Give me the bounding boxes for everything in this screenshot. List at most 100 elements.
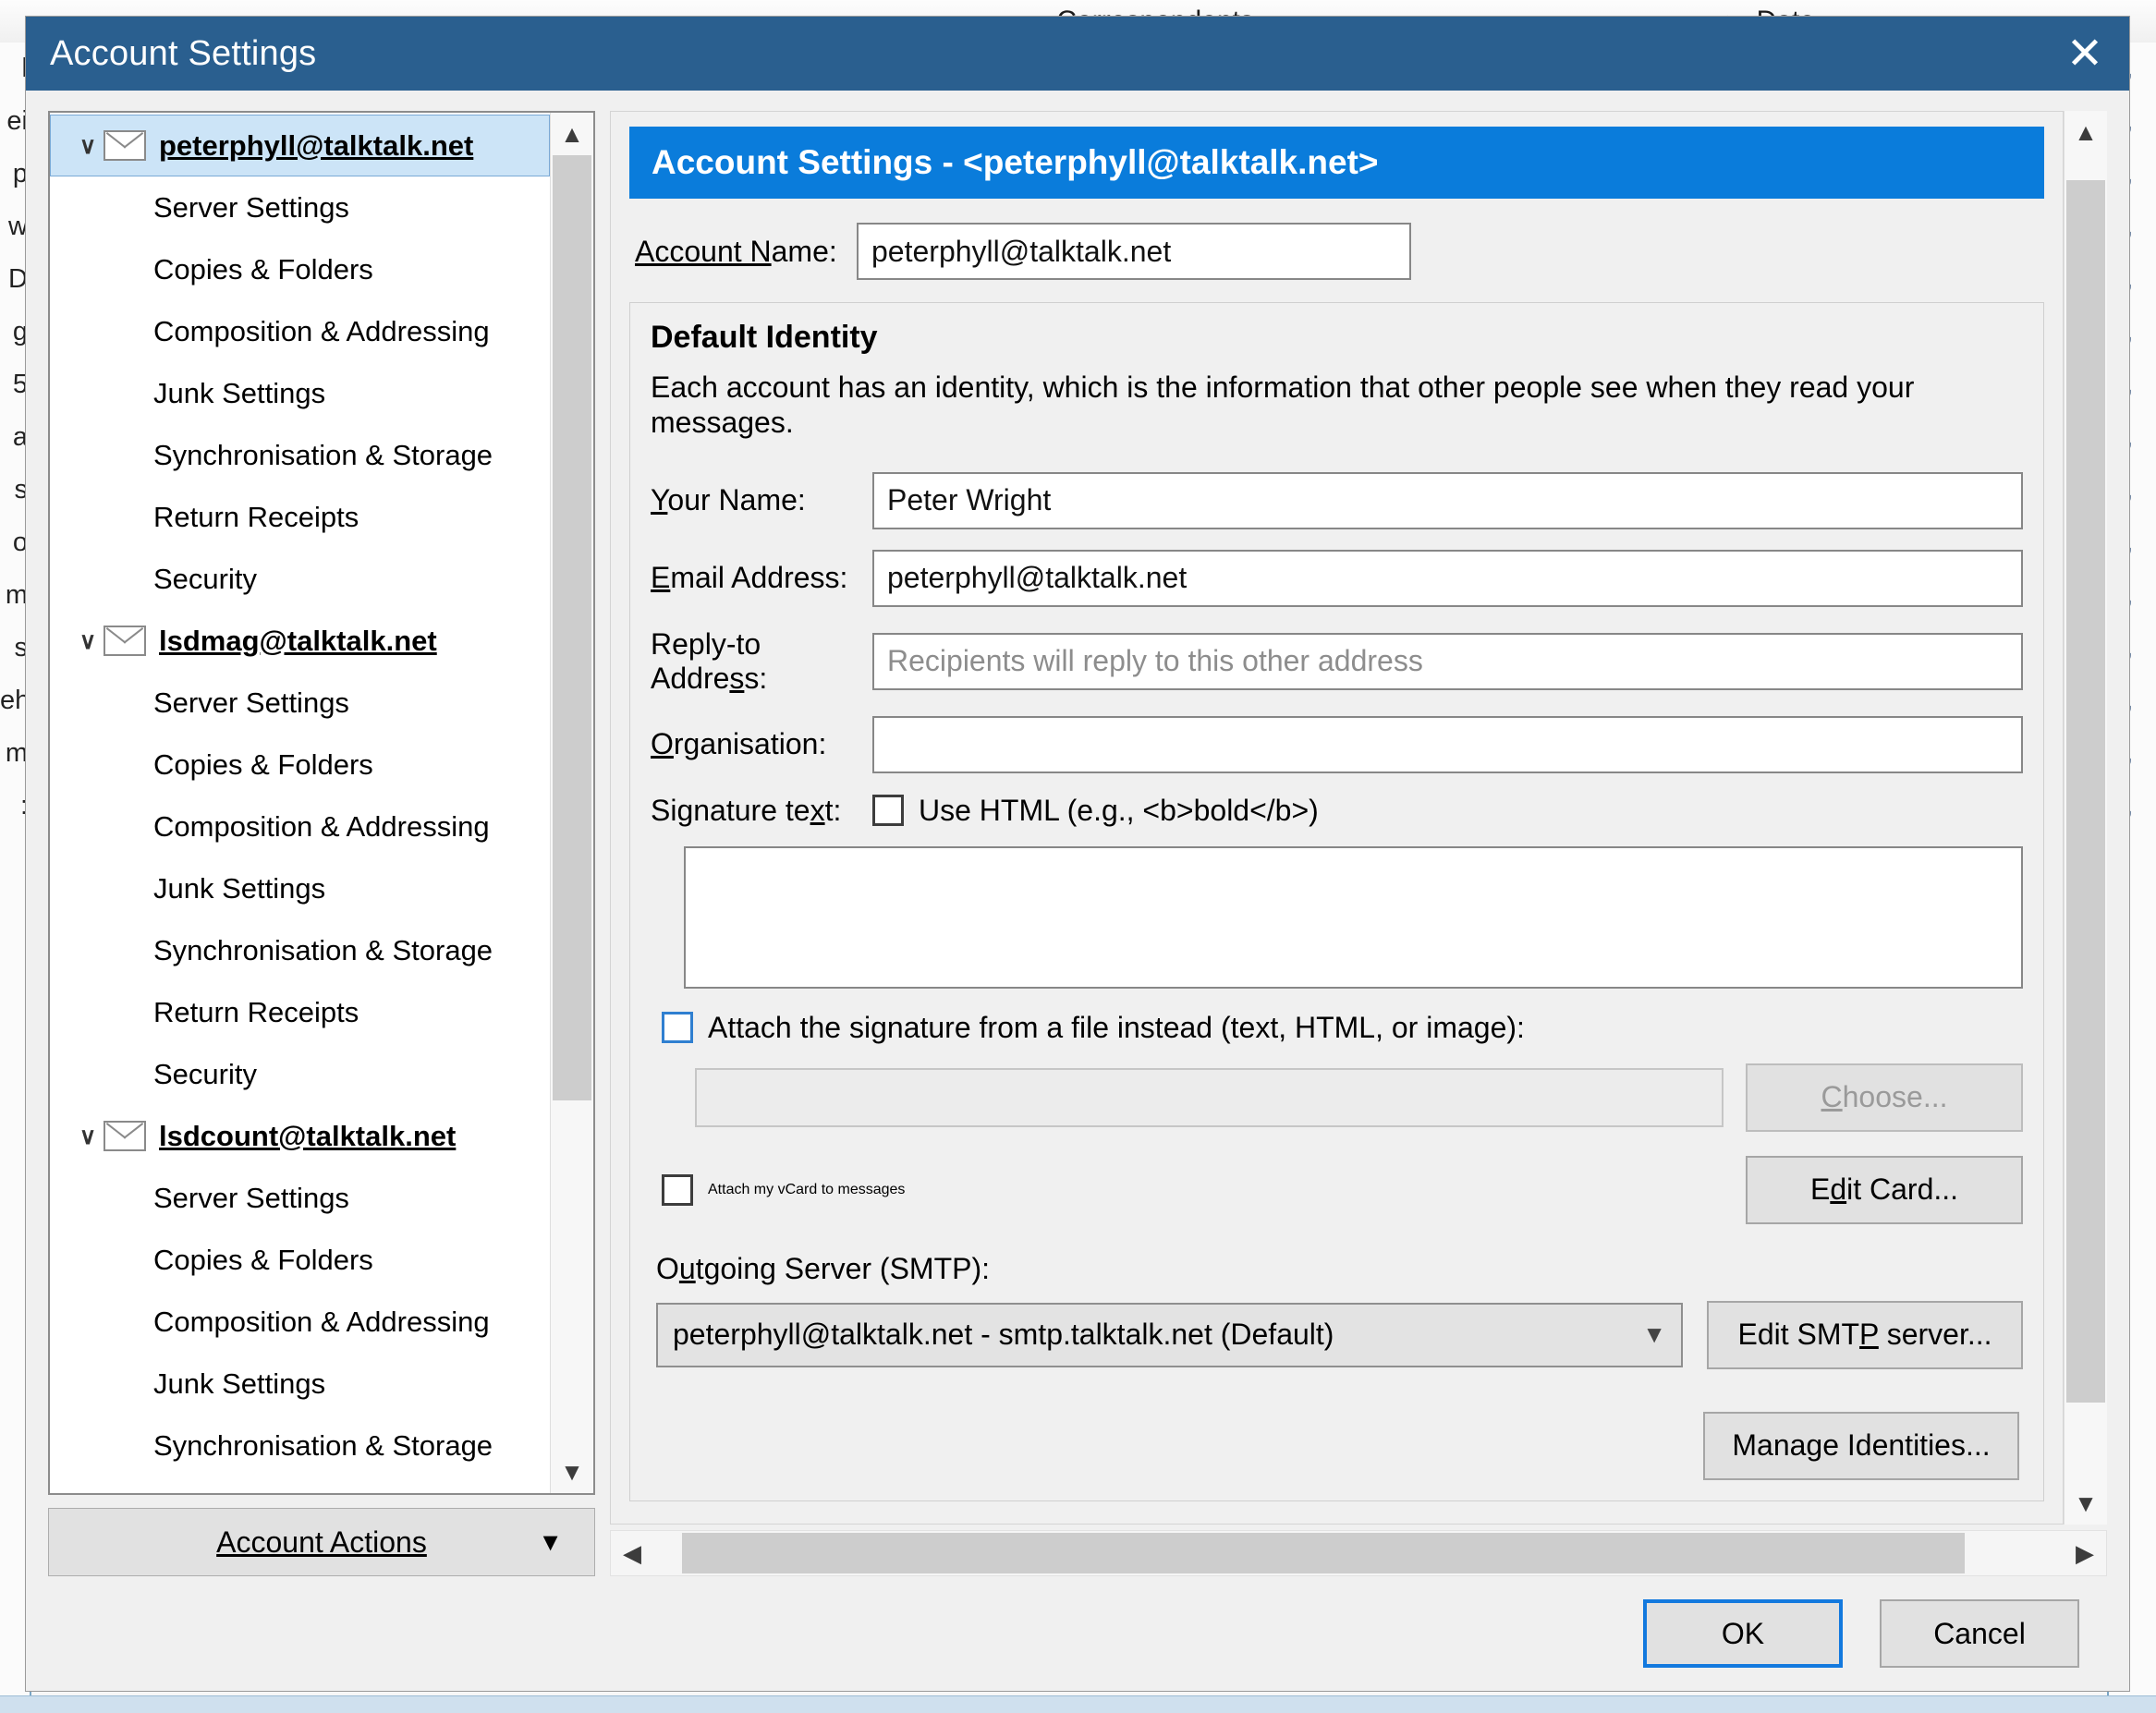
manage-identities-button[interactable]: Manage Identities... — [1703, 1411, 2019, 1480]
scroll-up-icon[interactable]: ▲ — [2065, 111, 2107, 153]
email-address-input[interactable]: peterphyll@talktalk.net — [872, 549, 2023, 607]
chevron-down-icon[interactable]: ∨ — [72, 132, 104, 160]
scrollbar-track[interactable] — [2065, 153, 2107, 1482]
tree-item-label: Junk Settings — [153, 376, 326, 409]
page-title: Account Settings - <peterphyll@talktalk.… — [629, 127, 2044, 199]
signature-header-row: Signature text: Use HTML (e.g., <b>bold<… — [651, 794, 2023, 828]
tree-account-row[interactable]: ∨ lsdcount@talktalk.net — [50, 1105, 550, 1167]
choose-button[interactable]: Choose... — [1746, 1063, 2023, 1132]
tree-item-row[interactable]: Return Receipts — [50, 981, 550, 1043]
edit-smtp-server-button[interactable]: Edit SMTP server... — [1707, 1300, 2023, 1369]
your-name-label: Your Name: — [651, 483, 806, 516]
reply-to-input[interactable]: Recipients will reply to this other addr… — [872, 632, 2023, 690]
sidebar-vertical-scrollbar[interactable]: ▲ ▼ — [550, 113, 593, 1493]
tree-item-label: Server Settings — [153, 1181, 349, 1214]
ok-button-label: OK — [1721, 1616, 1765, 1650]
tree-item-row[interactable]: Security — [50, 548, 550, 610]
chevron-down-icon[interactable]: ∨ — [72, 627, 104, 655]
attach-signature-file-label: Attach the signature from a file instead… — [708, 1010, 1525, 1044]
chevron-down-icon[interactable]: ∨ — [72, 1123, 104, 1150]
attach-vcard-label: Attach my vCard to messages — [708, 1181, 906, 1197]
tree-item-row[interactable]: Copies & Folders — [50, 238, 550, 300]
settings-content: Account Settings - <peterphyll@talktalk.… — [610, 111, 2064, 1525]
accounts-tree-container: ∨ peterphyll@talktalk.net Server Settings C… — [48, 111, 595, 1495]
tree-item-row[interactable]: Return Receipts — [50, 486, 550, 548]
accounts-tree[interactable]: ∨ peterphyll@talktalk.net Server Settings C… — [50, 113, 550, 1493]
tree-account-label: lsdmag@talktalk.net — [159, 624, 437, 657]
scroll-right-icon[interactable]: ▶ — [2064, 1531, 2106, 1575]
ok-button[interactable]: OK — [1643, 1599, 1843, 1668]
scrollbar-thumb[interactable] — [553, 155, 591, 1101]
dialog-titlebar: Account Settings ✕ — [26, 17, 2129, 91]
attach-vcard-checkbox[interactable] — [662, 1173, 693, 1206]
tree-item-label: Synchronisation & Storage — [153, 438, 493, 471]
cancel-button-label: Cancel — [1933, 1616, 2026, 1650]
tree-item-label: Junk Settings — [153, 871, 326, 905]
scroll-down-icon[interactable]: ▼ — [551, 1451, 593, 1493]
reply-to-placeholder: Recipients will reply to this other addr… — [887, 644, 1423, 677]
tree-item-row[interactable]: Synchronisation & Storage — [50, 424, 550, 486]
tree-item-label: Security — [153, 1057, 257, 1090]
scrollbar-track[interactable] — [653, 1531, 2064, 1575]
manage-identities-row: Manage Identities... — [651, 1411, 2023, 1480]
tree-item-label: Server Settings — [153, 686, 349, 719]
content-vertical-scrollbar[interactable]: ▲ ▼ — [2064, 111, 2107, 1525]
use-html-checkbox[interactable] — [872, 795, 904, 826]
smtp-label: Outgoing Server (SMTP): — [656, 1251, 990, 1285]
tree-account-row[interactable]: ∨ peterphyll@talktalk.net — [50, 115, 550, 176]
signature-file-input[interactable] — [695, 1067, 1724, 1127]
tree-item-label: Junk Settings — [153, 1367, 326, 1400]
tree-item-row[interactable]: Junk Settings — [50, 857, 550, 919]
tree-item-label: Copies & Folders — [153, 1243, 373, 1276]
use-html-label: Use HTML (e.g., <b>bold</b>) — [919, 793, 1319, 827]
organisation-input[interactable] — [872, 715, 2023, 773]
tree-item-row[interactable]: Copies & Folders — [50, 1229, 550, 1291]
account-actions-label: Account Actions — [216, 1525, 427, 1559]
dialog-footer: OK Cancel — [48, 1576, 2107, 1691]
account-name-label: Account Name: — [635, 234, 837, 268]
account-name-row: Account Name: peterphyll@talktalk.net — [635, 223, 2044, 280]
choose-button-label: Choose... — [1821, 1080, 1948, 1113]
account-name-input[interactable]: peterphyll@talktalk.net — [857, 223, 1411, 280]
your-name-input[interactable]: Peter Wright — [872, 471, 2023, 529]
scroll-up-icon[interactable]: ▲ — [551, 113, 593, 155]
tree-item-row[interactable]: Junk Settings — [50, 1353, 550, 1415]
tree-item-row[interactable]: Server Settings — [50, 176, 550, 238]
tree-item-row[interactable]: Copies & Folders — [50, 734, 550, 796]
tree-item-label: Composition & Addressing — [153, 314, 490, 347]
attach-signature-file-checkbox[interactable] — [662, 1012, 693, 1043]
tree-item-row[interactable]: Composition & Addressing — [50, 1291, 550, 1353]
tree-item-row[interactable]: Composition & Addressing — [50, 796, 550, 857]
tree-item-row[interactable]: Server Settings — [50, 1167, 550, 1229]
tree-item-row[interactable]: Synchronisation & Storage — [50, 919, 550, 981]
smtp-server-value: peterphyll@talktalk.net - smtp.talktalk.… — [673, 1318, 1334, 1351]
tree-item-row[interactable]: Security — [50, 1043, 550, 1105]
scroll-down-icon[interactable]: ▼ — [2065, 1482, 2107, 1525]
attach-vcard-row: Attach my vCard to messages Edit Card... — [662, 1155, 2023, 1224]
reply-to-label: Reply-to Address: — [651, 626, 768, 695]
tree-account-row[interactable]: ∨ lsdmag@talktalk.net — [50, 610, 550, 672]
tree-item-row[interactable]: Server Settings — [50, 672, 550, 734]
edit-card-button[interactable]: Edit Card... — [1746, 1155, 2023, 1224]
tree-account-label: peterphyll@talktalk.net — [159, 128, 474, 162]
signature-file-row: Choose... — [695, 1063, 2023, 1132]
scrollbar-track[interactable] — [551, 155, 593, 1451]
manage-identities-label: Manage Identities... — [1732, 1428, 1991, 1462]
content-horizontal-scrollbar[interactable]: ◀ ▶ — [610, 1530, 2107, 1576]
tree-item-row[interactable]: Composition & Addressing — [50, 300, 550, 362]
envelope-icon — [104, 1121, 146, 1151]
cancel-button[interactable]: Cancel — [1880, 1599, 2079, 1668]
scrollbar-thumb[interactable] — [681, 1533, 1966, 1573]
chevron-down-icon: ▼ — [538, 1527, 563, 1556]
smtp-server-select[interactable]: peterphyll@talktalk.net - smtp.talktalk.… — [656, 1302, 1683, 1367]
tree-item-label: Return Receipts — [153, 500, 359, 533]
scroll-left-icon[interactable]: ◀ — [611, 1531, 653, 1575]
email-address-value: peterphyll@talktalk.net — [887, 561, 1188, 594]
signature-textarea[interactable] — [684, 845, 2023, 989]
scrollbar-thumb[interactable] — [2066, 179, 2105, 1403]
email-address-row: Email Address: peterphyll@talktalk.net — [651, 549, 2023, 607]
tree-item-row[interactable]: Junk Settings — [50, 362, 550, 424]
account-actions-button[interactable]: Account Actions ▼ — [48, 1508, 595, 1576]
tree-item-row[interactable]: Synchronisation & Storage — [50, 1415, 550, 1476]
close-icon[interactable]: ✕ — [2040, 17, 2129, 91]
